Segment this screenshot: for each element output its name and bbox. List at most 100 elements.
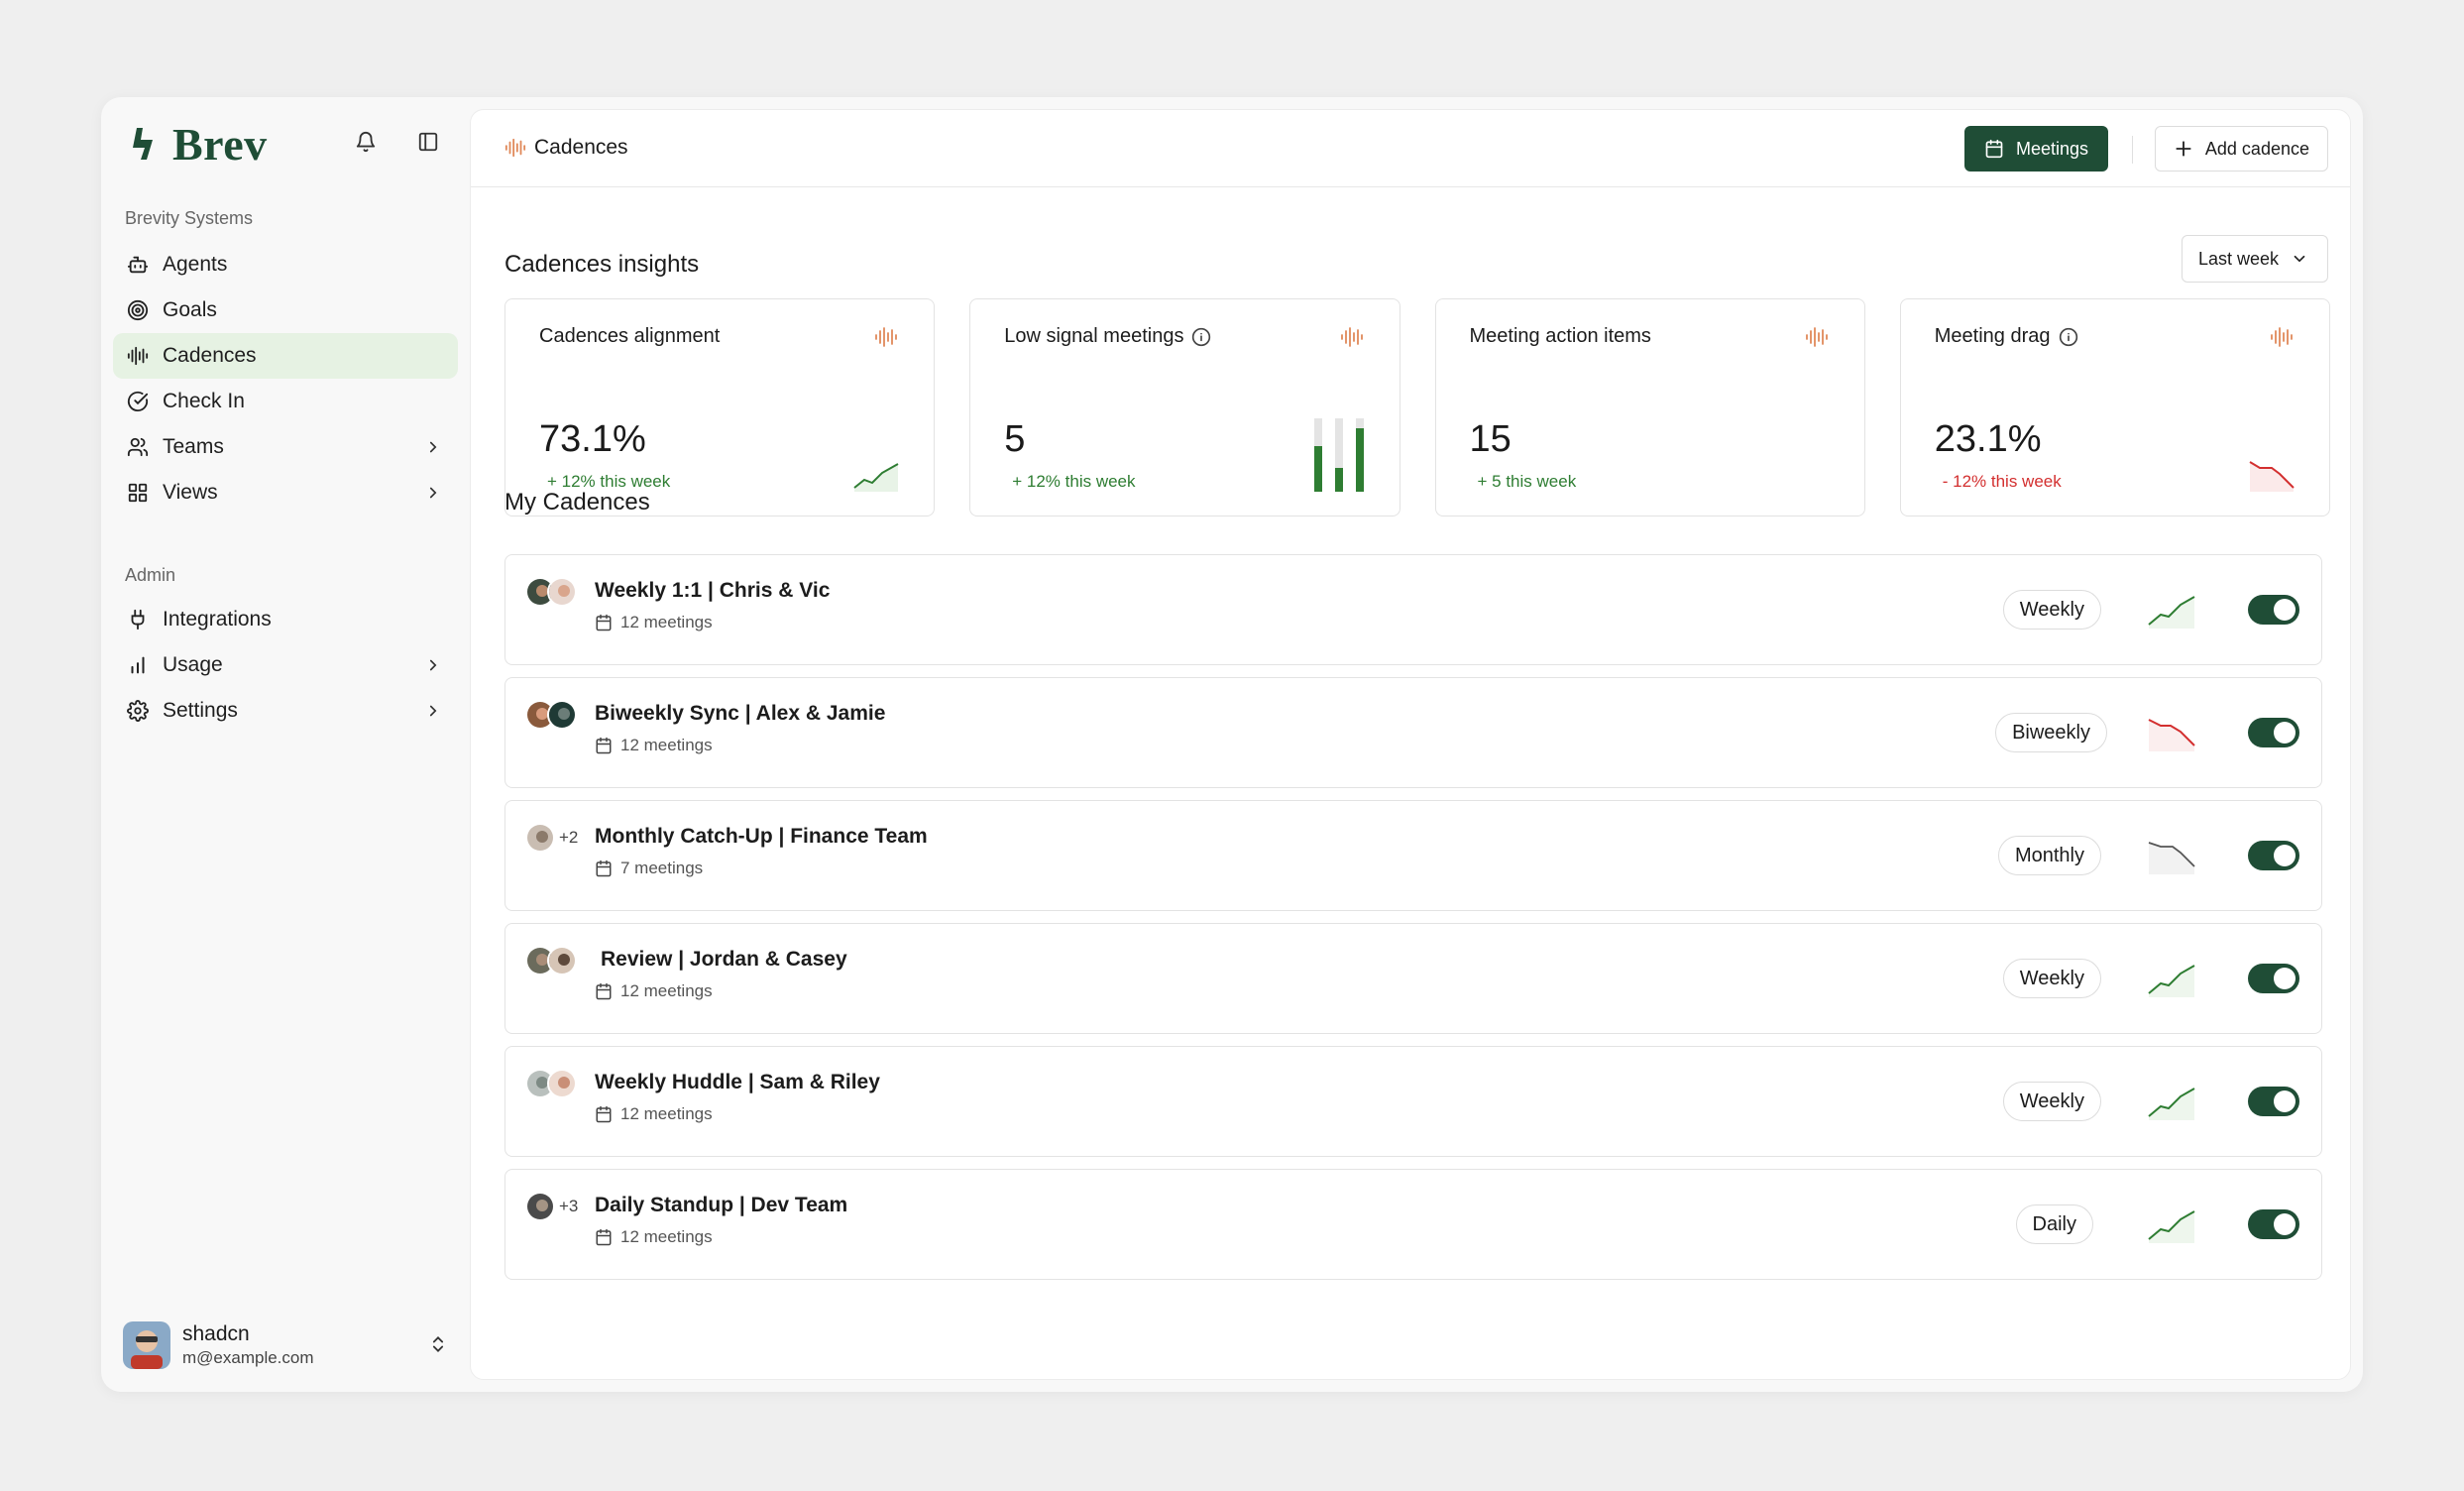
cadence-row[interactable]: Weekly Huddle | Sam & Riley 12 meetings … [504, 1046, 2322, 1157]
grid-icon [128, 483, 148, 503]
cadence-toggle[interactable] [2248, 841, 2299, 870]
waveform-icon [1340, 327, 1363, 347]
sidebar-item-views[interactable]: Views [113, 470, 458, 516]
trend-up-sparkline [2148, 1210, 2195, 1243]
sidebar-item-label: Goals [163, 298, 217, 321]
gear-icon [127, 700, 149, 722]
breadcrumb-label: Cadences [534, 136, 628, 159]
admin-label: Admin [125, 565, 176, 585]
cadence-row[interactable]: Weekly 1:1 | Chris & Vic 12 meetings Wee… [504, 554, 2322, 665]
user-menu[interactable]: shadcn m@example.com [123, 1319, 460, 1372]
app-window: Brev Brevity Systems Agents Goals Cadenc… [101, 97, 2363, 1392]
sidebar: Brev Brevity Systems Agents Goals Cadenc… [101, 97, 470, 1392]
target-icon [127, 299, 149, 321]
frequency-badge: Weekly [2002, 590, 2101, 630]
calendar-icon [1985, 139, 2003, 159]
card-delta: + 5 this week [1477, 472, 1577, 491]
meeting-count: 12 meetings [595, 1104, 713, 1124]
card-value: 15 [1469, 418, 1512, 460]
sidebar-item-label: Views [163, 481, 218, 504]
info-icon[interactable] [2059, 327, 2078, 347]
add-cadence-button[interactable]: Add cadence [2154, 126, 2328, 172]
cadence-title: Review | Jordan & Casey [601, 948, 847, 971]
cadence-title: Monthly Catch-Up | Finance Team [595, 825, 928, 848]
card-value: 5 [1004, 418, 1026, 460]
cadence-toggle[interactable] [2248, 1087, 2299, 1116]
chevron-down-icon [2294, 255, 2305, 263]
sidebar-item-usage[interactable]: Usage [113, 642, 458, 688]
cadence-row[interactable]: Review | Jordan & Casey 12 meetings Week… [504, 923, 2322, 1034]
sidebar-item-label: Cadences [163, 344, 257, 367]
cadence-row[interactable]: +3 Daily Standup | Dev Team 12 meetings … [504, 1169, 2322, 1280]
cadence-toggle[interactable] [2248, 1209, 2299, 1239]
avatar [547, 577, 577, 607]
frequency-badge: Weekly [2002, 1082, 2101, 1121]
user-name: shadcn [182, 1322, 250, 1345]
cadence-title: Biweekly Sync | Alex & Jamie [595, 702, 886, 725]
avatar [525, 1192, 555, 1221]
chevron-right-icon [429, 659, 437, 671]
plus-icon [2176, 141, 2191, 157]
info-icon[interactable] [1191, 327, 1211, 347]
cadence-row[interactable]: Biweekly Sync | Alex & Jamie 12 meetings… [504, 677, 2322, 788]
meeting-count: 12 meetings [595, 981, 713, 1001]
cadence-toggle[interactable] [2248, 595, 2299, 625]
frequency-badge: Biweekly [1995, 713, 2107, 752]
toggle-knob [2274, 599, 2296, 621]
trend-up-sparkline [2148, 965, 2195, 997]
sidebar-item-integrations[interactable]: Integrations [113, 597, 458, 642]
sidebar-item-teams[interactable]: Teams [113, 424, 458, 470]
sidebar-item-agents[interactable]: Agents [113, 242, 458, 287]
calendar-icon [596, 737, 612, 754]
card-title-text: Meeting drag [1934, 325, 2051, 347]
cadence-title: Weekly Huddle | Sam & Riley [595, 1071, 880, 1093]
card-title-text: Low signal meetings [1004, 325, 1184, 347]
insight-card-alignment[interactable]: Cadences alignment 73.1% + 12% this week [504, 298, 936, 516]
bot-icon [127, 256, 149, 274]
waveform-icon [127, 346, 149, 366]
chevrons-up-down-icon [432, 1336, 444, 1352]
toggle-knob [2274, 1213, 2296, 1235]
main-panel: Cadences Meetings Add cadence Cadences i… [470, 109, 2351, 1380]
breadcrumb: Cadences [504, 136, 628, 160]
avatar-group: +3 [525, 1192, 578, 1221]
brand-logo[interactable]: Brev [127, 118, 268, 170]
toggle-knob [2274, 845, 2296, 866]
sidebar-item-cadences[interactable]: Cadences [113, 333, 458, 379]
avatar-group: +2 [525, 823, 578, 853]
sidebar-item-label: Agents [163, 253, 228, 276]
sidebar-item-settings[interactable]: Settings [113, 688, 458, 734]
cadence-toggle[interactable] [2248, 964, 2299, 993]
insight-card-low-signal[interactable]: Low signal meetings 5 + 12% this week [969, 298, 1400, 516]
avatar-group [525, 1069, 577, 1098]
brev-logo-icon [133, 128, 153, 160]
panel-toggle-icon[interactable] [411, 125, 445, 159]
meeting-count: 12 meetings [595, 1227, 713, 1247]
cadence-list: Weekly 1:1 | Chris & Vic 12 meetings Wee… [504, 554, 2322, 1292]
chevron-right-icon [429, 441, 437, 453]
trend-down-sparkline [2148, 719, 2195, 751]
sidebar-item-label: Settings [163, 699, 238, 722]
meetings-button[interactable]: Meetings [1963, 126, 2108, 172]
sidebar-item-check-in[interactable]: Check In [113, 379, 458, 424]
avatar-overflow-count: +2 [559, 828, 579, 847]
card-title: Cadences alignment [539, 325, 720, 348]
insight-card-meeting-drag[interactable]: Meeting drag 23.1% - 12% this week [1899, 298, 2330, 516]
cadence-row[interactable]: +2 Monthly Catch-Up | Finance Team 7 mee… [504, 800, 2322, 911]
brand-name: Brev [172, 118, 268, 170]
insight-card-action-items[interactable]: Meeting action items 15 + 5 this week [1434, 298, 1865, 516]
avatar [547, 946, 577, 975]
avatar-group [525, 700, 577, 730]
frequency-badge: Monthly [1997, 836, 2101, 875]
trend-up-sparkline [2148, 596, 2195, 629]
cadence-title: Daily Standup | Dev Team [595, 1194, 848, 1216]
cadence-title: Weekly 1:1 | Chris & Vic [595, 579, 831, 602]
card-delta: + 12% this week [1012, 472, 1136, 491]
bar-chart-icon [131, 656, 145, 674]
period-select[interactable]: Last week [2182, 235, 2328, 283]
card-title-text: Meeting action items [1469, 325, 1651, 347]
card-delta: - 12% this week [1942, 472, 2062, 491]
cadence-toggle[interactable] [2248, 718, 2299, 747]
bell-icon[interactable] [349, 125, 383, 159]
sidebar-item-goals[interactable]: Goals [113, 287, 458, 333]
